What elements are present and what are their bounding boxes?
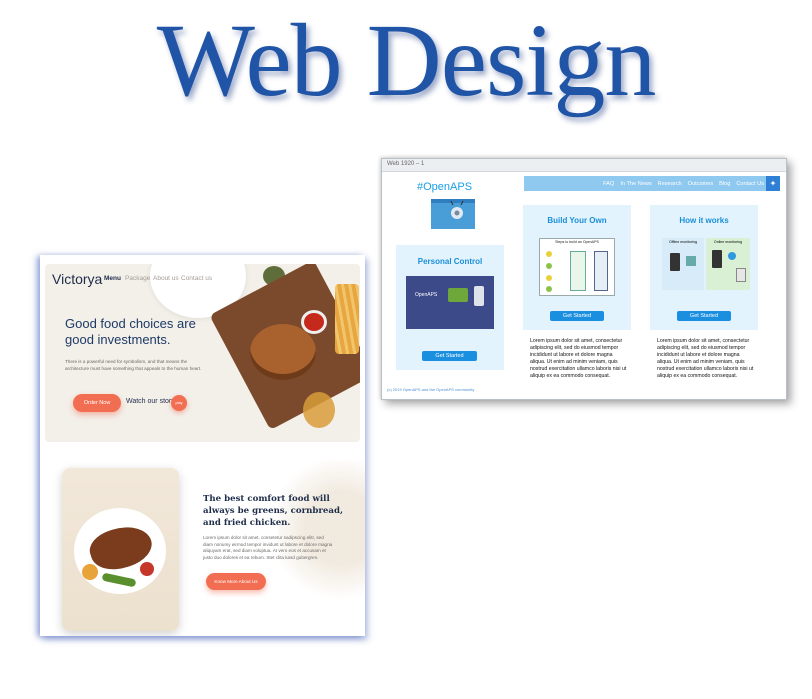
computer-icon bbox=[736, 268, 746, 282]
get-started-button[interactable]: Get Started bbox=[550, 311, 604, 321]
openaps-mockup: Web 1920 – 1 FAQ In The News Research Ou… bbox=[381, 158, 787, 400]
circuit-board-icon bbox=[448, 288, 468, 302]
play-button[interactable]: play bbox=[171, 395, 187, 411]
step-icon bbox=[546, 275, 552, 281]
vegetable-image bbox=[82, 564, 98, 580]
card-image-label: Steps to build an OpenAPS bbox=[555, 240, 599, 244]
card-how-it-works: How it works Offline monitoring Online m… bbox=[650, 205, 758, 330]
nav-item-blog[interactable]: Blog bbox=[719, 181, 730, 187]
panel-label: Online monitoring bbox=[713, 240, 743, 244]
nav-item-menu[interactable]: Menu bbox=[104, 275, 121, 282]
nav-item-contact-us[interactable]: Contact Us bbox=[736, 181, 764, 187]
nav-item-about-us[interactable]: About us bbox=[153, 275, 179, 282]
card-build-your-own: Build Your Own Steps to build an OpenAPS… bbox=[523, 205, 631, 330]
page-title: Web Design bbox=[156, 3, 657, 118]
fries-image bbox=[335, 284, 359, 354]
vegetable-image bbox=[140, 562, 154, 576]
sauce-bowl-image bbox=[301, 310, 327, 334]
offline-panel: Offline monitoring bbox=[662, 238, 704, 290]
step-icon bbox=[546, 286, 552, 292]
order-now-button[interactable]: Order Now bbox=[73, 394, 121, 412]
openaps-logo[interactable]: #OpenAPS bbox=[417, 181, 472, 193]
window-title: Web 1920 – 1 bbox=[387, 161, 425, 167]
online-panel: Online monitoring bbox=[706, 238, 750, 290]
nav-item-outcomes[interactable]: Outcomes bbox=[688, 181, 714, 187]
victorya-mockup: Victorya Menu Package About us Contact u… bbox=[40, 255, 365, 636]
device-icon bbox=[686, 256, 696, 266]
lorem-text: Lorem ipsum dolor sit amet, consectetur … bbox=[657, 338, 754, 379]
hero-headline: Good food choices are good investments. bbox=[65, 316, 196, 347]
device-icon bbox=[474, 286, 484, 306]
comfort-heading: The best comfort food will always be gre… bbox=[203, 494, 343, 528]
twitter-icon[interactable]: ✦ bbox=[766, 176, 780, 191]
card-personal-control: Personal Control OpenAPS Get Started bbox=[396, 245, 504, 370]
jeans-illustration-icon bbox=[431, 199, 475, 229]
nav-item-package[interactable]: Package bbox=[125, 275, 150, 282]
hero-section: Victorya Menu Package About us Contact u… bbox=[45, 264, 360, 442]
lorem-text: Lorem ipsum dolor sit amet, consectetur … bbox=[530, 338, 627, 379]
know-more-button[interactable]: Know More About Us bbox=[206, 573, 266, 590]
nav-item-research[interactable]: Research bbox=[658, 181, 682, 187]
cloud-icon bbox=[728, 252, 736, 260]
get-started-button[interactable]: Get Started bbox=[677, 311, 731, 321]
window-titlebar: Web 1920 – 1 bbox=[382, 159, 786, 172]
watch-story-link[interactable]: Watch our story bbox=[126, 398, 175, 405]
card-title: Build Your Own bbox=[547, 216, 607, 225]
step-column bbox=[570, 251, 586, 291]
drink-glass-image bbox=[303, 392, 335, 428]
lamb-dish-image bbox=[62, 468, 179, 631]
burger-image bbox=[250, 324, 316, 380]
phone-icon bbox=[712, 250, 722, 268]
step-column bbox=[594, 251, 608, 291]
panel-label: Offline monitoring bbox=[668, 240, 698, 244]
card-title: Personal Control bbox=[417, 257, 483, 266]
footer-text: (c) 2019 OpenAPS and the OpenAPS communi… bbox=[387, 387, 475, 392]
nav-item-faq[interactable]: FAQ bbox=[603, 181, 614, 187]
card-image: OpenAPS bbox=[406, 276, 494, 329]
nav-item-contact-us[interactable]: Contact us bbox=[181, 275, 212, 282]
step-icon bbox=[546, 251, 552, 257]
comfort-text: Lorem ipsum dolor sit amet, consetetur s… bbox=[203, 535, 333, 560]
step-icon bbox=[546, 263, 552, 269]
card-image-label: OpenAPS bbox=[415, 292, 438, 298]
card-title: How it works bbox=[679, 216, 729, 225]
brand-logo[interactable]: Victorya bbox=[52, 271, 102, 287]
card-image: Steps to build an OpenAPS bbox=[539, 238, 615, 296]
openaps-navbar: FAQ In The News Research Outcomes Blog C… bbox=[524, 176, 780, 191]
phone-icon bbox=[670, 253, 680, 271]
hero-subtext: There is a powerful need for symbolism, … bbox=[65, 359, 202, 371]
nav-item-in-the-news[interactable]: In The News bbox=[620, 181, 651, 187]
get-started-button[interactable]: Get Started bbox=[422, 351, 477, 361]
